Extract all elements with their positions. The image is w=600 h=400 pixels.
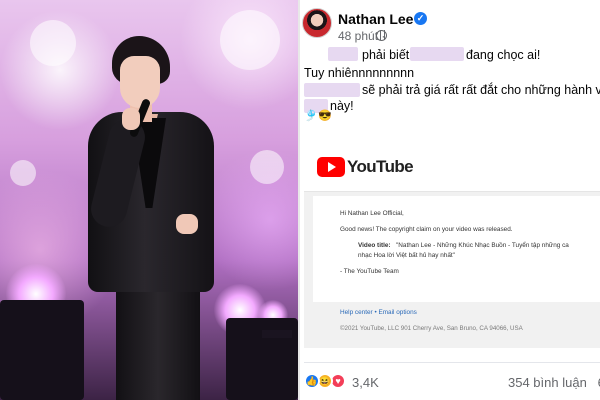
youtube-wordmark: YouTube <box>347 157 414 176</box>
email-message: Good news! The copyright claim on your v… <box>340 226 513 233</box>
post-author[interactable]: Nathan Lee <box>338 11 413 27</box>
comment-share-count[interactable]: 354 bình luận 6 <box>508 375 600 390</box>
post-text-line1-end: đang chọc ai! <box>466 48 541 62</box>
avatar[interactable] <box>302 8 332 38</box>
email-video-title: "Nathan Lee - Những Khúc Nhạc Buồn - Tuy… <box>396 242 569 249</box>
censored-text <box>410 47 464 61</box>
divider <box>304 362 600 363</box>
reaction-count[interactable]: 3,4K <box>352 375 379 390</box>
post-text-line4: này! <box>330 99 354 113</box>
email-greeting: Hi Nathan Lee Official, <box>340 210 404 217</box>
concert-photo <box>0 0 298 400</box>
email-signature: - The YouTube Team <box>340 268 399 275</box>
youtube-logo-icon <box>317 157 345 177</box>
post-text-line1: phải biết <box>362 48 410 62</box>
like-reaction-icon[interactable]: 👍 <box>304 373 320 389</box>
email-video-title-label: Video title: <box>358 242 391 249</box>
post-text-line3: sẽ phải trả giá rất rất đắt cho những hà… <box>362 83 600 97</box>
globe-icon <box>376 30 387 41</box>
censored-text <box>304 83 360 97</box>
verified-badge-icon: ✓ <box>414 12 427 25</box>
censored-text <box>328 47 358 61</box>
sunglasses-emoji: 😎 <box>318 110 332 122</box>
email-links[interactable]: Help center • Email options <box>340 309 417 316</box>
email-video-title-cont: nhạc Hoa lời Việt bất hủ hay nhất" <box>358 252 455 259</box>
comment-count[interactable]: 354 bình luận <box>508 375 587 390</box>
email-footer: ©2021 YouTube, LLC 901 Cherry Ave, San B… <box>340 325 523 332</box>
post-text-line2: Tuy nhiênnnnnnnnn <box>304 66 415 80</box>
wind-chime-emoji: 🎐 <box>304 110 318 122</box>
